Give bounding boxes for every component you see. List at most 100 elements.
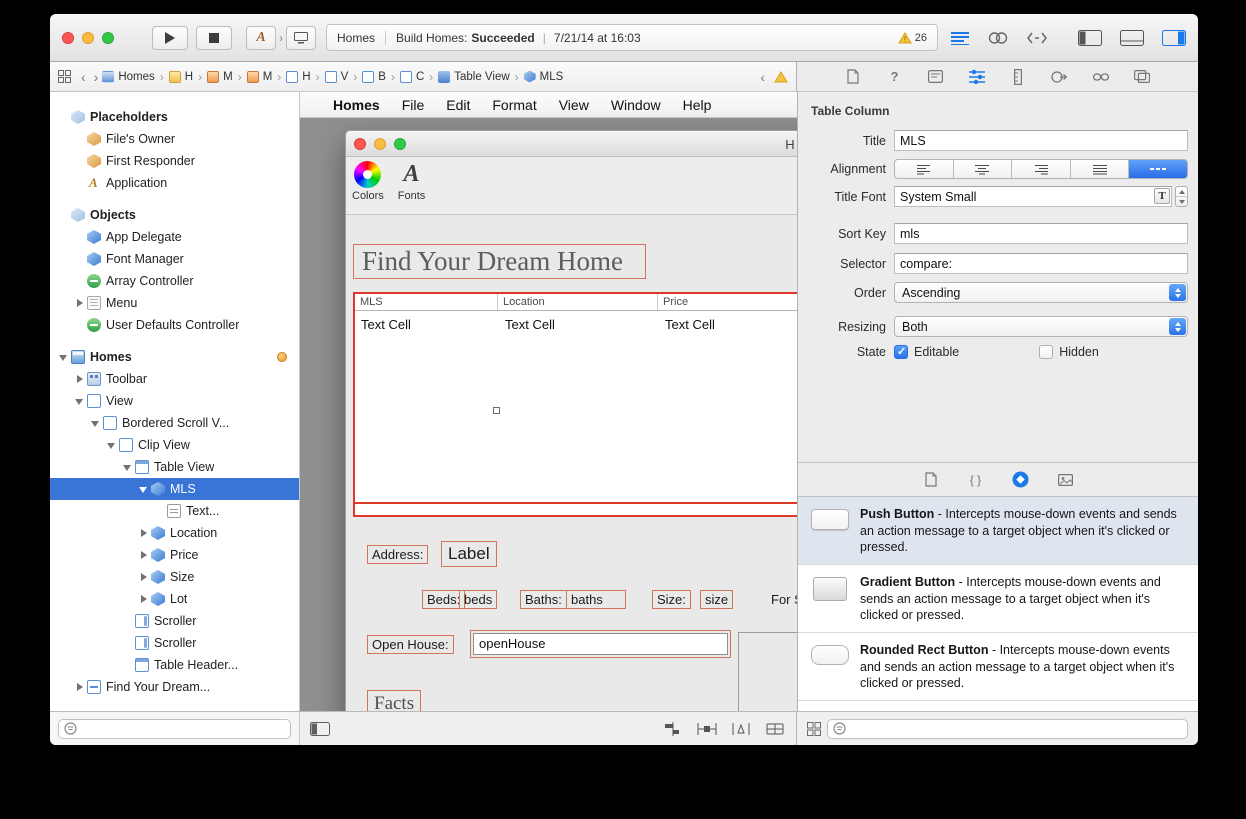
outline-filter-input[interactable] [81,722,285,736]
toggle-navigator-button[interactable] [1078,30,1102,46]
outline-item-view[interactable]: View [50,390,299,412]
outline-item-app-delegate[interactable]: App Delegate [50,226,299,248]
library-item-push-button[interactable]: Push Button - Intercepts mouse-down even… [798,497,1198,565]
pin-constraints-button[interactable] [696,722,718,736]
size-value-label[interactable]: size [700,590,733,609]
code-snippet-library-tab[interactable]: { } [965,469,987,491]
go-back-button[interactable]: ‹ [81,69,86,85]
design-window[interactable]: H Colors A Fonts Find Your Dream Home [345,130,797,711]
outline-item-array-controller[interactable]: Array Controller [50,270,299,292]
fonts-toolbar-item[interactable]: A Fonts [398,161,426,202]
breadcrumb-segment[interactable]: Table View [438,71,509,83]
menu-item-view[interactable]: View [548,97,600,113]
column-header-price[interactable]: Price [658,294,797,310]
disclosure-triangle[interactable] [74,396,85,407]
assistant-editor-button[interactable] [988,31,1008,45]
identity-inspector-tab[interactable] [925,66,947,88]
breadcrumb-segment[interactable]: M [247,71,273,83]
selector-input[interactable] [894,253,1188,274]
object-library-tab[interactable] [1010,469,1032,491]
breadcrumb-segment[interactable]: B [362,71,386,83]
outline-item-mls[interactable]: MLS [50,478,299,500]
outline-item-table-view[interactable]: Table View [50,456,299,478]
menu-item-file[interactable]: File [391,97,436,113]
facts-label[interactable]: Facts [367,690,421,711]
title-input[interactable] [894,130,1188,151]
outline-item-price[interactable]: Price [50,544,299,566]
outline-item-lot[interactable]: Lot [50,588,299,610]
design-table-view[interactable]: MLS Location Price Text Cell Text Cell T… [353,292,797,517]
align-left-segment[interactable] [895,160,954,178]
related-items-button[interactable] [58,70,71,83]
order-popup[interactable]: Ascending [894,282,1188,303]
resolve-auto-layout-issues-button[interactable] [730,722,752,736]
headline-label[interactable]: Find Your Dream Home [353,244,646,279]
quick-help-inspector-tab[interactable]: ? [883,66,905,88]
scheme-selector-button[interactable]: A [246,26,276,50]
disclosure-triangle[interactable] [138,550,149,561]
outline-item-text-cell[interactable]: Text... [50,500,299,522]
library-item-gradient-button[interactable]: Gradient Button - Intercepts mouse-down … [798,565,1198,633]
outline-item-scroller[interactable]: Scroller [50,632,299,654]
outline-item-font-manager[interactable]: Font Manager [50,248,299,270]
library-filter-input[interactable] [850,722,1182,736]
outline-item-find-your-dream[interactable]: Find Your Dream... [50,676,299,698]
design-window-titlebar[interactable]: H [346,131,797,157]
baths-value-label[interactable]: baths [566,590,626,609]
for-sale-label[interactable]: For S [766,590,797,609]
library-grid-view-button[interactable] [807,722,821,736]
warning-count-badge[interactable]: ! 26 [898,32,927,44]
outline-item-application[interactable]: Application [50,172,299,194]
disclosure-triangle[interactable] [106,440,117,451]
go-forward-button[interactable]: › [94,69,99,85]
hidden-checkbox[interactable] [1039,345,1053,359]
outline-item-table-header[interactable]: Table Header... [50,654,299,676]
table-cell[interactable]: Text Cell [361,317,411,332]
file-template-library-tab[interactable] [920,469,942,491]
menu-item-window[interactable]: Window [600,97,672,113]
bindings-inspector-tab[interactable] [1090,66,1112,88]
breadcrumb-segment[interactable]: C [400,71,424,83]
outline-item-objects[interactable]: Objects [50,204,299,226]
previous-issue-button[interactable]: ‹ [760,69,765,85]
outline-filter-field[interactable] [58,719,291,739]
disclosure-triangle[interactable] [58,352,69,363]
toggle-utilities-button[interactable] [1162,30,1186,46]
align-button[interactable] [662,722,684,736]
colors-toolbar-item[interactable]: Colors [352,161,384,202]
disclosure-triangle[interactable] [138,594,149,605]
stop-button[interactable] [196,26,232,50]
for-sale-box[interactable] [738,632,797,711]
disclosure-triangle[interactable] [138,484,149,495]
connections-inspector-tab[interactable] [1048,66,1070,88]
disclosure-triangle[interactable] [74,374,85,385]
outline-item-homes[interactable]: Homes [50,346,299,368]
design-window-toolbar[interactable]: Colors A Fonts [346,157,797,215]
align-justified-segment[interactable] [1071,160,1130,178]
issue-warning-icon[interactable] [774,71,788,83]
align-center-segment[interactable] [954,160,1013,178]
align-right-segment[interactable] [1012,160,1071,178]
disclosure-triangle[interactable] [74,682,85,693]
outline-item-first-responder[interactable]: First Responder [50,150,299,172]
table-cell[interactable]: Text Cell [505,317,555,332]
minimize-window-button[interactable] [82,32,94,44]
outline-item-placeholders[interactable]: Placeholders [50,106,299,128]
design-menu-bar[interactable]: Homes File Edit Format View Window Help [300,92,797,118]
table-cell[interactable]: Text Cell [665,317,715,332]
address-value-label[interactable]: Label [441,541,497,567]
size-label[interactable]: Size: [652,590,691,609]
sort-key-input[interactable] [894,223,1188,244]
outline-item-bordered-scroll-view[interactable]: Bordered Scroll V... [50,412,299,434]
run-button[interactable] [152,26,188,50]
outline-item-clip-view[interactable]: Clip View [50,434,299,456]
view-effects-inspector-tab[interactable] [1131,66,1153,88]
destination-selector-button[interactable] [286,26,316,50]
library-filter-field[interactable] [827,719,1188,739]
outline-item-toolbar[interactable]: Toolbar [50,368,299,390]
disclosure-triangle[interactable] [138,528,149,539]
title-font-input[interactable] [894,186,1172,207]
breadcrumb-segment[interactable]: Homes [102,71,154,83]
outline-item-scroller[interactable]: Scroller [50,610,299,632]
column-header-location[interactable]: Location [498,294,658,310]
